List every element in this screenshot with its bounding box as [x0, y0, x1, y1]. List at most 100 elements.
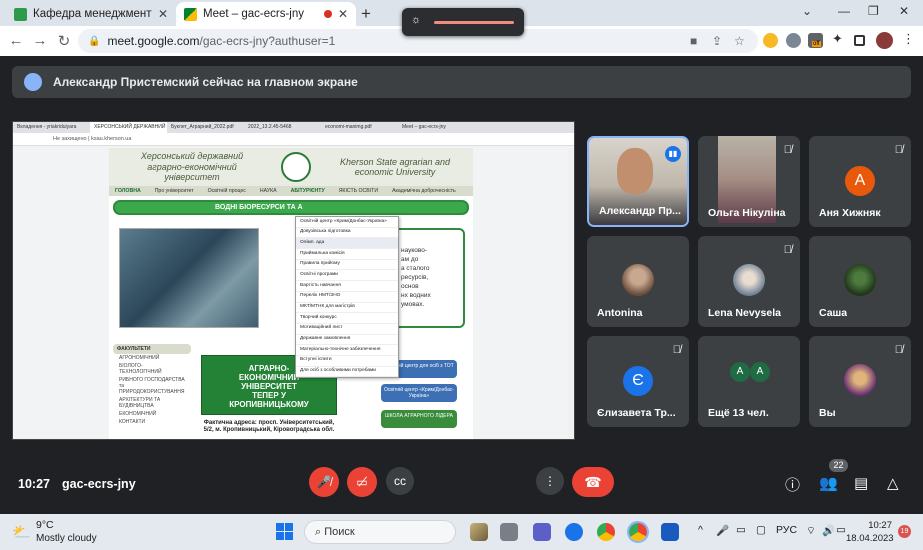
side-panel-icon[interactable]	[854, 35, 865, 46]
forward-icon[interactable]: →	[28, 32, 52, 49]
mic-toggle-button[interactable]: 🎤̸	[309, 467, 339, 497]
participant-tile[interactable]: Antonina	[587, 236, 689, 327]
weather-temp[interactable]: 9°C	[36, 519, 54, 531]
restore-icon[interactable]: ❐	[868, 4, 879, 18]
university-nav: ГОЛОВНА Про університет Освітній процес …	[109, 186, 473, 196]
chrome-active-icon[interactable]	[627, 521, 649, 543]
mic-in-use-icon[interactable]: 🎤	[716, 524, 729, 537]
participant-tile[interactable]: ▮▮ Александр Пр...	[587, 136, 689, 227]
shared-address: Не захищено | ksau.kherson.ua	[13, 133, 574, 146]
notification-badge[interactable]: 19	[898, 525, 911, 538]
menu-icon[interactable]: ⋮	[902, 31, 917, 46]
system-clock[interactable]: 10:27 18.04.2023	[846, 519, 894, 545]
menu-item: Вартість навчання	[296, 281, 398, 292]
shared-scrollbar	[568, 148, 574, 439]
participant-count-badge: 22	[829, 459, 848, 472]
camera-icon[interactable]: ■	[690, 29, 697, 53]
avatar	[844, 364, 876, 396]
activities-icon[interactable]: △	[887, 474, 899, 492]
participant-tile[interactable]: 🎙̸ Вы	[809, 336, 911, 427]
new-tab-button[interactable]: +	[361, 4, 371, 24]
sidebar-item: АРХІТЕКТУРИ ТА БУДІВНИЦТВА	[119, 397, 161, 409]
promo-button: Освітній центр «Крим/Донбас-Україна»	[381, 384, 457, 402]
participant-name: Вы	[819, 407, 836, 419]
menu-item: Освітній центр «Крим/Донбас-Україна»	[296, 217, 398, 228]
sidebar-item: КОНТАКТИ	[119, 419, 146, 425]
menu-item: Творчий конкурс	[296, 313, 398, 324]
people-icon[interactable]: 👥	[819, 474, 838, 492]
volume-icon[interactable]: 🔊	[822, 524, 835, 537]
chat-icon[interactable]: ▤	[854, 474, 868, 492]
weather-icon[interactable]: ⛅	[12, 523, 31, 541]
clock-date: 18.04.2023	[846, 533, 894, 544]
participant-tile[interactable]: Саша	[809, 236, 911, 327]
tray-app-icon[interactable]: ▢	[756, 524, 766, 536]
info-line: науково-	[401, 247, 428, 254]
avatar: A	[750, 362, 770, 382]
participant-tile[interactable]: Є 🎙̸ Єлизавета Тр...	[587, 336, 689, 427]
shared-tab-strip: Вкладення - yriakriduiyara ХЕРСОНСЬКИЙ Д…	[13, 122, 574, 133]
participant-name: Александр Пр...	[599, 205, 681, 217]
speaking-icon: ▮▮	[665, 146, 681, 162]
participant-name: Саша	[819, 307, 848, 319]
menu-item: Державне замовлення	[296, 335, 398, 346]
minimize-icon[interactable]: —	[838, 4, 850, 18]
language-indicator[interactable]: РУС	[776, 524, 797, 536]
mic-off-icon: 🎙̸	[894, 144, 903, 156]
shared-tab: Вкладення - yriakriduiyara	[17, 124, 77, 130]
nav-item: ГОЛОВНА	[115, 188, 141, 194]
close-tab-icon[interactable]: ✕	[158, 7, 168, 21]
nav-item: ЯКІСТЬ ОСВІТИ	[338, 188, 379, 194]
leave-call-button[interactable]: ☎	[572, 467, 614, 497]
extension-badge: off	[812, 41, 821, 47]
tab-kafedra[interactable]: Кафедра менеджменту та інфор ✕	[6, 2, 176, 26]
brightness-slider[interactable]	[434, 21, 514, 24]
brightness-overlay[interactable]: ☼	[402, 8, 524, 36]
participant-tile[interactable]: 🎙̸ Ольга Нікуліна	[698, 136, 800, 227]
mic-off-icon: 🎙̸	[894, 344, 903, 356]
participant-name: Antonina	[597, 307, 643, 319]
nav-item: АБІТУРІЄНТУ	[290, 188, 325, 194]
info-icon[interactable]: ⓘ	[785, 474, 800, 495]
teams-icon[interactable]	[533, 523, 551, 541]
brightness-icon: ☼	[411, 14, 422, 26]
profile-avatar[interactable]	[876, 32, 893, 49]
word-icon[interactable]	[661, 523, 679, 541]
close-tab-icon[interactable]: ✕	[338, 7, 348, 21]
promo-address: Фактична адреса: просп. Університетський…	[203, 420, 335, 433]
reload-icon[interactable]: ↻	[52, 32, 76, 50]
tab-meet[interactable]: Meet – gac-ecrs-jny ✕	[176, 2, 356, 26]
participant-name: Ольга Нікуліна	[708, 207, 786, 219]
back-icon[interactable]: ←	[4, 32, 28, 49]
share-icon[interactable]: ⇪	[712, 29, 722, 53]
start-button[interactable]	[276, 523, 293, 540]
chrome-icon[interactable]	[597, 523, 615, 541]
more-participants-tile[interactable]: A A Ещё 13 чел.	[698, 336, 800, 427]
shared-tab: economi-manimg.pdf	[325, 124, 372, 130]
participant-tile[interactable]: 🎙̸ Lena Nevysela	[698, 236, 800, 327]
battery-icon[interactable]: ▭	[836, 524, 846, 536]
tab-search-icon[interactable]: ⌄	[802, 4, 812, 18]
wifi-icon[interactable]: ⌔	[806, 524, 816, 538]
participant-tile[interactable]: A 🎙̸ Аня Хижняк	[809, 136, 911, 227]
lock-icon[interactable]: 🔒	[88, 36, 100, 47]
puzzle-icon[interactable]: ✦	[832, 31, 847, 46]
widgets-icon[interactable]	[470, 523, 488, 541]
extension-icon[interactable]	[763, 33, 778, 48]
tray-expand-icon[interactable]: ^	[698, 524, 703, 536]
sidebar-item: РИБНОГО ГОСПОДАРСТВА та ПРИРОДОКОРИСТУВА…	[119, 377, 185, 395]
more-options-button[interactable]: ⋮	[536, 467, 564, 495]
captions-button[interactable]: cc	[386, 467, 414, 495]
onedrive-icon[interactable]: ▭	[736, 524, 746, 536]
weather-desc[interactable]: Mostly cloudy	[36, 533, 97, 544]
task-view-icon[interactable]	[500, 523, 518, 541]
close-window-icon[interactable]: ✕	[899, 4, 909, 18]
messenger-icon[interactable]	[565, 523, 583, 541]
menu-item: МКТ/МТНК для магістрів	[296, 303, 398, 314]
taskbar-search[interactable]: ⌕ Поиск	[304, 520, 456, 544]
clock-time: 10:27	[868, 520, 892, 531]
bookmark-star-icon[interactable]: ☆	[734, 29, 745, 53]
globe-extension-icon[interactable]	[786, 33, 801, 48]
camera-toggle-button[interactable]: ▭̸	[347, 467, 377, 497]
info-line: а сталого	[401, 265, 430, 272]
